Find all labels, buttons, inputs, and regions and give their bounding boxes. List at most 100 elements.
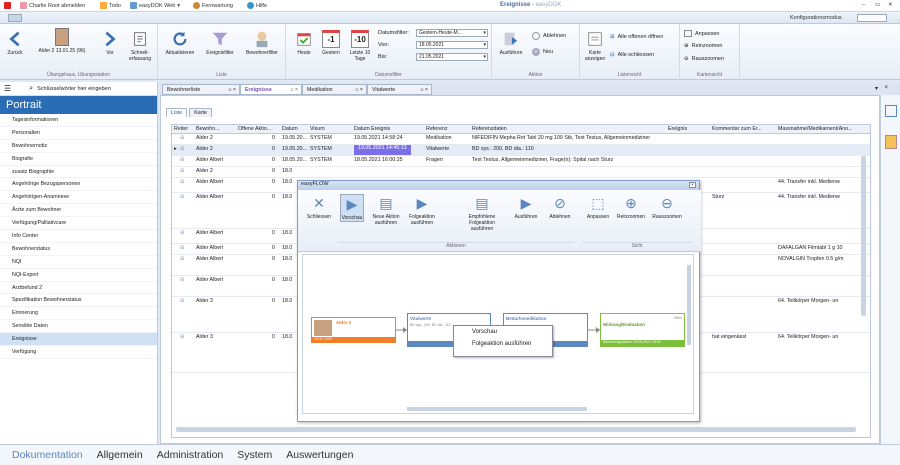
context-followup[interactable]: Folgeaktion ausführen <box>454 338 552 350</box>
sidebar-item[interactable]: NQI <box>0 256 157 269</box>
table-row[interactable]: ⊞ Alder 2 0 19.05.20... SYSTEM 19.05.2021 14:… <box>172 145 870 156</box>
sidebar-item[interactable]: Spezifikation Bewohnerstatus <box>0 294 157 308</box>
sidebar-item[interactable]: Verfügung <box>0 346 157 359</box>
event-filter-button[interactable]: Ereignisfilter <box>202 30 238 56</box>
sidebar-item[interactable]: Bewohnerstatus <box>0 243 157 256</box>
expand-icon[interactable]: ⊞ <box>180 334 184 340</box>
sidebar-item[interactable]: Verfügung/Palliativcare <box>0 217 157 231</box>
column-header[interactable]: Ereignis <box>668 126 687 132</box>
close-icon[interactable]: × <box>689 182 696 188</box>
refresh-button[interactable]: Aktualisieren <box>162 30 198 56</box>
column-header[interactable]: Massnahme/Medikament/Ano... <box>778 126 853 132</box>
sidebar-search[interactable]: ☰ ⌕ Schlüsselwörter hier eingeben <box>0 82 157 96</box>
column-header[interactable]: Datum Ereignis <box>354 126 390 132</box>
resident-button[interactable]: Alder 2 13.01.25 (96) <box>28 28 96 54</box>
column-header[interactable]: Referenzdaten <box>472 126 507 132</box>
app-menu-button[interactable] <box>8 14 22 22</box>
close-all-icon[interactable]: × <box>884 85 888 91</box>
clipboard-icon[interactable] <box>885 135 897 149</box>
expand-icon[interactable]: ⊞ <box>180 298 184 304</box>
expand-icon[interactable]: ⊞ <box>180 230 184 236</box>
logout-button[interactable]: Charlie Root abmelden <box>20 2 85 9</box>
forward-button[interactable]: Vor <box>100 30 120 56</box>
sidebar-item[interactable]: Ereignisse <box>0 333 157 347</box>
sidebar-item[interactable]: Erinnerung <box>0 307 157 321</box>
sidebar-item[interactable]: Angehörige Bezugspersonen <box>0 178 157 192</box>
to-date-input[interactable]: 21.05.2021 ▾ <box>416 53 488 61</box>
last10days-button[interactable]: -10 Letzte 10 Tage <box>346 30 374 62</box>
context-preview[interactable]: Vorschau <box>454 326 552 338</box>
tab-ereignisse[interactable]: Ereignisse ⌂ × <box>240 84 302 95</box>
zoom-in-button[interactable]: ⊕ Reinzoomen <box>684 43 723 49</box>
column-header[interactable]: Datum <box>282 126 298 132</box>
fit-button[interactable]: ⬚ Anpassen <box>584 194 612 220</box>
sidebar-item[interactable]: Ärzte zum Bewohner <box>0 204 157 218</box>
new-button[interactable]: + Neu <box>532 48 553 56</box>
reject-button[interactable]: ⊘ Ablehnen <box>546 194 574 220</box>
tab-vitalwerte[interactable]: Vitalwerte ⌂ × <box>367 84 432 95</box>
close-icon[interactable]: ⌂ × <box>290 87 298 93</box>
expand-icon[interactable]: ⊞ <box>180 179 184 185</box>
close-button[interactable]: ✕ <box>888 2 893 8</box>
horizontal-scrollbar[interactable] <box>176 427 856 432</box>
expand-icon[interactable]: ⊞ <box>180 168 184 174</box>
config-mode-toggle[interactable] <box>857 14 887 22</box>
tab-dropdown-icon[interactable]: ▾ <box>875 85 878 92</box>
column-header[interactable]: Visum <box>310 126 325 132</box>
todo-button[interactable]: Todo <box>100 2 121 9</box>
search-input[interactable]: Schlüsselwörter hier eingeben <box>37 86 111 92</box>
zoom-out-button[interactable]: ⊖ Rauszoomen <box>684 56 724 62</box>
minimize-button[interactable]: – <box>862 2 865 8</box>
expand-icon[interactable]: ⊞ <box>180 135 184 141</box>
date-filter-select[interactable]: Gestern-Heute-M... ▾ <box>416 29 488 37</box>
sidebar-item[interactable]: zusatz Biographie <box>0 166 157 179</box>
bottom-nav-item[interactable]: Administration <box>157 449 224 461</box>
today-button[interactable]: Heute <box>292 30 316 56</box>
expand-icon[interactable]: ⊞ <box>180 157 184 163</box>
column-header[interactable]: Bewohn... <box>196 126 220 132</box>
zoom-in-button[interactable]: ⊕ Reinzoomen <box>616 194 646 220</box>
sidebar-item[interactable]: Tagesinformationen <box>0 114 157 127</box>
vertical-scrollbar[interactable] <box>861 156 866 316</box>
sidebar-item[interactable]: Info Center <box>0 230 157 243</box>
easydok-web-button[interactable]: easyDOK Web ▾ <box>130 2 180 9</box>
preview-button[interactable]: ▶ Vorschau <box>340 194 364 222</box>
canvas-hscroll[interactable] <box>407 407 587 411</box>
reject-button[interactable]: Ablehnen <box>532 32 566 40</box>
recommended-followup-button[interactable]: ▤ Empfohlene Folgeaktion ausführen <box>458 194 506 232</box>
yesterday-button[interactable]: -1 Gestern <box>318 30 344 56</box>
sidebar-item[interactable]: Angehörigen-Anamnese <box>0 191 157 205</box>
fit-button[interactable]: Anpassen <box>684 30 719 37</box>
table-row[interactable]: ⊞ Alder 2 0 19.05.20... SYSTEM 19.05.2021 14:… <box>172 134 870 145</box>
close-button[interactable]: ✕ Schliessen <box>304 194 334 220</box>
tab-bewohnerliste[interactable]: Bewohnerliste ⌂ × <box>162 84 240 95</box>
show-card-button[interactable]: Karte anzeigen <box>582 30 608 62</box>
bottom-nav-item[interactable]: Allgemein <box>97 449 143 461</box>
column-header[interactable]: Reiter <box>174 126 188 132</box>
expand-icon[interactable]: ⊞ <box>180 256 184 262</box>
close-icon[interactable]: ⌂ × <box>228 87 236 93</box>
canvas-vscroll[interactable] <box>687 265 691 345</box>
resident-filter-button[interactable]: Bewohnerfilter <box>242 30 282 56</box>
back-button[interactable]: Zurück <box>4 30 26 56</box>
execute-button[interactable]: ▶ Ausführen <box>512 194 540 220</box>
column-header[interactable]: Referenz <box>426 126 448 132</box>
bottom-nav-item[interactable]: Dokumentation <box>12 449 83 461</box>
sidebar-item[interactable]: Sensible Daten <box>0 320 157 334</box>
menu-icon[interactable]: ☰ <box>4 84 11 93</box>
new-action-button[interactable]: ▤ Neue Aktion ausführen <box>370 194 402 226</box>
close-icon[interactable]: ⌂ × <box>355 87 363 93</box>
tab-karte[interactable]: Karte <box>189 108 212 117</box>
sidebar-item[interactable]: Arztbefund 2 <box>0 282 157 295</box>
execute-button[interactable]: Ausführen <box>496 30 526 56</box>
tab-medikation[interactable]: Medikation ⌂ × <box>302 84 367 95</box>
maximize-button[interactable]: ▭ <box>875 2 880 8</box>
column-header[interactable]: Offene Aktio... <box>238 126 271 132</box>
table-row[interactable]: ⊞ Alder 2 0 18.0 <box>172 167 870 178</box>
quick-capture-button[interactable]: Schnell- erfassung <box>124 30 156 62</box>
all-open-button[interactable]: ⊞ Alle offenen öffnen <box>610 34 663 40</box>
hierarchy-icon[interactable] <box>885 105 897 117</box>
zoom-out-button[interactable]: ⊖ Rauszoomen <box>650 194 684 220</box>
sidebar-item[interactable]: Bewohnernotiz <box>0 140 157 153</box>
column-header[interactable]: Kommentar zum Er... <box>712 126 762 132</box>
